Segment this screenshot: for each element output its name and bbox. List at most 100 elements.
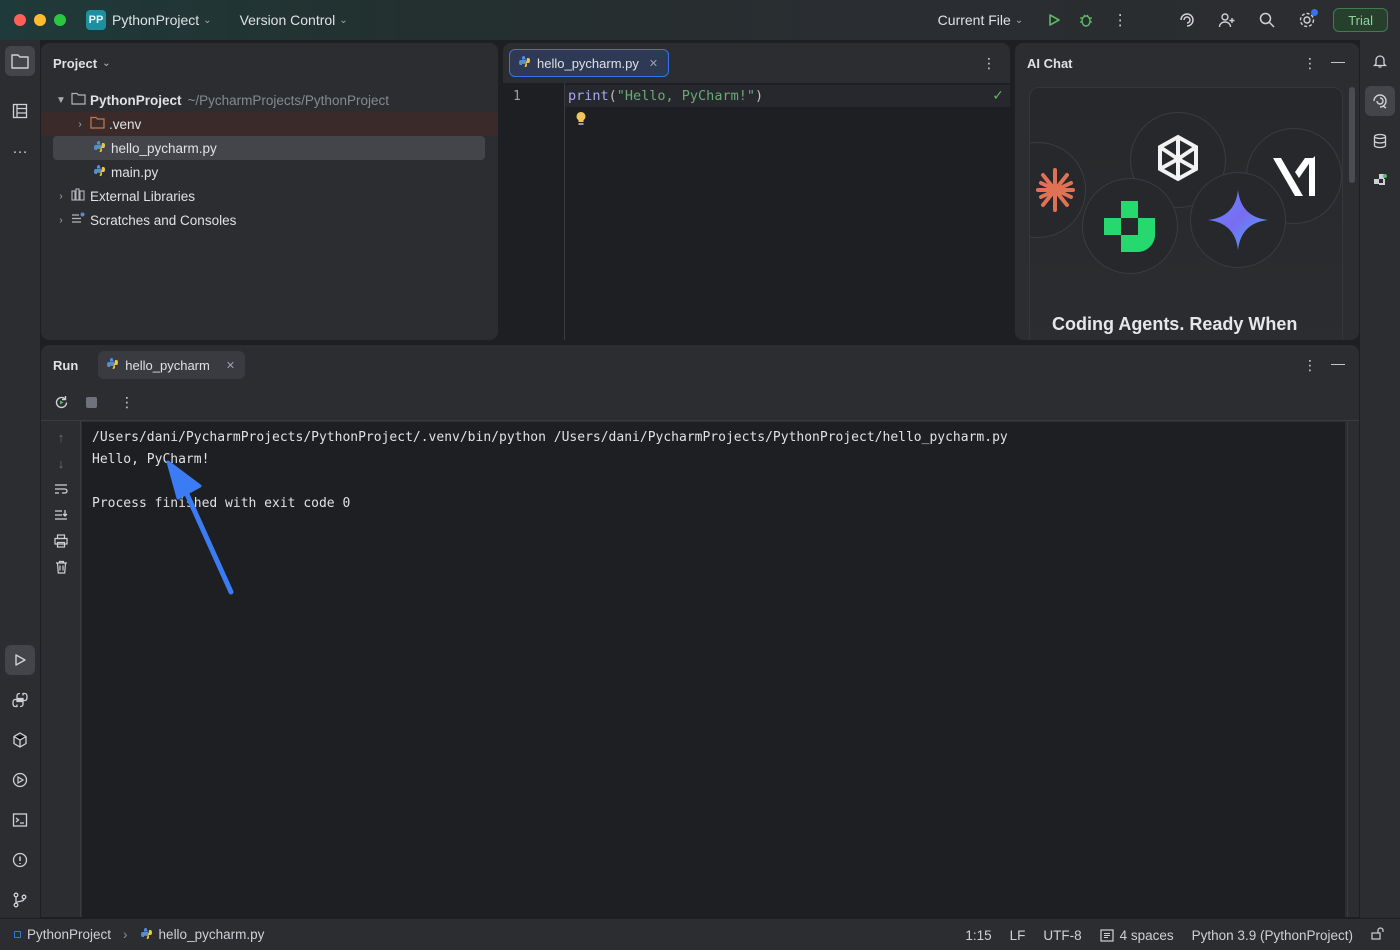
terminal-icon[interactable] — [5, 805, 35, 835]
more-vertical-icon[interactable]: ⋮ — [117, 393, 137, 413]
version-control-label: Version Control — [239, 12, 336, 28]
project-tool-icon[interactable] — [5, 46, 35, 76]
python-interpreter[interactable]: Python 3.9 (PythonProject) — [1192, 928, 1353, 943]
trash-icon[interactable] — [51, 557, 71, 577]
minimize-panel-icon[interactable]: — — [1331, 355, 1345, 371]
code-token-function: print — [568, 88, 609, 104]
breadcrumb-project[interactable]: PythonProject — [27, 927, 111, 942]
ai-chat-promo-card[interactable]: Coding Agents. Ready When — [1029, 87, 1343, 340]
ai-card-heading: Coding Agents. Ready When — [1052, 314, 1298, 334]
editor-gutter: 1 — [503, 83, 565, 340]
console-line: /Users/dani/PycharmProjects/PythonProjec… — [92, 430, 1008, 445]
code-token-string: "Hello, PyCharm!" — [616, 88, 755, 104]
run-tool-icon[interactable] — [5, 645, 35, 675]
close-window-button[interactable] — [14, 14, 26, 26]
lightbulb-icon[interactable] — [575, 111, 587, 130]
soft-wrap-icon[interactable] — [51, 479, 71, 499]
tree-item-external-libraries[interactable]: › External Libraries — [41, 184, 498, 208]
tree-item-main[interactable]: main.py — [41, 160, 498, 184]
rerun-icon[interactable] — [51, 393, 71, 413]
project-switcher[interactable]: PythonProject ⌄ — [112, 12, 212, 28]
search-icon[interactable] — [1247, 0, 1287, 40]
run-panel: Run hello_pycharm ✕ ⋮ — ⋮ ↑ ↓ /Users/dan… — [41, 345, 1359, 917]
tree-item-venv[interactable]: › .venv — [41, 112, 498, 136]
chevron-down-icon[interactable]: ▼ — [53, 95, 69, 106]
minimize-window-button[interactable] — [34, 14, 46, 26]
debug-icon[interactable] — [1069, 0, 1103, 40]
run-tab-hello-pycharm[interactable]: hello_pycharm ✕ — [98, 351, 246, 379]
zoom-window-button[interactable] — [54, 14, 66, 26]
close-tab-icon[interactable]: ✕ — [649, 57, 658, 70]
ai-chat-tool-icon[interactable] — [1365, 86, 1395, 116]
print-icon[interactable] — [51, 531, 71, 551]
arrow-down-icon[interactable]: ↓ — [51, 453, 71, 473]
chevron-down-icon: ⌄ — [203, 14, 212, 26]
window-controls — [14, 14, 66, 26]
breadcrumb-file[interactable]: hello_pycharm.py — [159, 927, 265, 942]
no-problems-check-icon[interactable]: ✓ — [992, 87, 1004, 104]
console-scrollbar[interactable] — [1347, 422, 1359, 917]
python-packages-icon[interactable] — [5, 725, 35, 755]
ai-chat-scrollbar[interactable] — [1349, 87, 1355, 183]
arrow-up-icon[interactable]: ↑ — [51, 427, 71, 447]
database-icon[interactable] — [1365, 126, 1395, 156]
ai-chat-more-vertical-icon[interactable]: ⋮ — [1303, 55, 1317, 72]
ai-assistant-icon[interactable] — [1167, 0, 1207, 40]
code-editor[interactable]: print("Hello, PyCharm!") ✓ — [565, 83, 1010, 340]
services-icon[interactable] — [5, 765, 35, 795]
git-branch-icon[interactable] — [5, 885, 35, 915]
run-configuration-selector[interactable]: Current File ⌄ — [938, 12, 1024, 28]
run-tab-label: hello_pycharm — [125, 357, 210, 373]
more-tools-icon[interactable]: ··· — [5, 136, 35, 166]
editor-tab-label: hello_pycharm.py — [537, 55, 639, 71]
breadcrumb: PythonProject › hello_pycharm.py — [14, 927, 264, 943]
python-console-icon[interactable] — [5, 685, 35, 715]
title-bar: PP PythonProject ⌄ Version Control ⌄ Cur… — [0, 0, 1400, 40]
add-user-icon[interactable] — [1207, 0, 1247, 40]
run-panel-title: Run — [53, 357, 79, 373]
scroll-to-end-icon[interactable] — [51, 505, 71, 525]
stop-icon[interactable] — [81, 393, 101, 413]
trial-button[interactable]: Trial — [1333, 8, 1388, 32]
right-tool-window-bar — [1360, 40, 1400, 918]
code-line[interactable]: print("Hello, PyCharm!") — [565, 85, 1010, 107]
indent-label: 4 spaces — [1119, 927, 1174, 943]
minimize-panel-icon[interactable]: — — [1331, 53, 1345, 69]
settings-gear-icon[interactable] — [1287, 0, 1327, 40]
project-panel-header[interactable]: Project ⌄ — [41, 43, 498, 83]
ai-chat-panel: AI Chat ⋮ — Coding Agents. Ready When — [1015, 43, 1359, 340]
left-tool-window-bar: ··· — [0, 40, 40, 918]
file-encoding[interactable]: UTF-8 — [1043, 928, 1081, 943]
python-file-icon — [90, 140, 108, 156]
notifications-bell-icon[interactable] — [1365, 46, 1395, 76]
readonly-lock-icon[interactable] — [1371, 927, 1384, 943]
project-badge: PP — [86, 10, 106, 30]
tree-item-project-root[interactable]: ▼ PythonProject ~/PycharmProjects/Python… — [41, 88, 498, 112]
run-icon[interactable] — [1039, 0, 1069, 40]
tree-item-scratches[interactable]: › Scratches and Consoles — [41, 208, 498, 232]
project-panel-title: Project — [53, 55, 98, 71]
editor-tab-hello-pycharm[interactable]: hello_pycharm.py ✕ — [509, 49, 670, 77]
line-separator[interactable]: LF — [1010, 928, 1026, 943]
structure-tool-icon[interactable] — [5, 96, 35, 126]
close-tab-icon[interactable]: ✕ — [226, 359, 235, 372]
tree-item-hello-pycharm[interactable]: hello_pycharm.py — [53, 136, 485, 160]
chevron-right-icon[interactable]: › — [53, 191, 69, 202]
version-control-menu[interactable]: Version Control ⌄ — [240, 12, 348, 28]
tree-item-label: External Libraries — [90, 188, 196, 204]
junie-agent-icon[interactable] — [1365, 166, 1395, 196]
library-icon — [69, 188, 87, 204]
more-vertical-icon[interactable]: ⋮ — [1103, 0, 1137, 40]
editor-more-vertical-icon[interactable]: ⋮ — [982, 55, 996, 72]
run-more-vertical-icon[interactable]: ⋮ — [1303, 357, 1317, 374]
gemini-logo-icon — [1190, 172, 1286, 268]
indent-settings[interactable]: 4 spaces — [1100, 928, 1174, 943]
module-icon — [14, 931, 21, 938]
chevron-right-icon[interactable]: › — [72, 119, 88, 130]
chevron-right-icon[interactable]: › — [53, 215, 69, 226]
folder-icon — [69, 92, 87, 108]
caret-position[interactable]: 1:15 — [965, 928, 991, 943]
problems-icon[interactable] — [5, 845, 35, 875]
console-output[interactable]: /Users/dani/PycharmProjects/PythonProjec… — [82, 422, 1345, 917]
console-side-toolbar: ↑ ↓ — [41, 421, 81, 917]
